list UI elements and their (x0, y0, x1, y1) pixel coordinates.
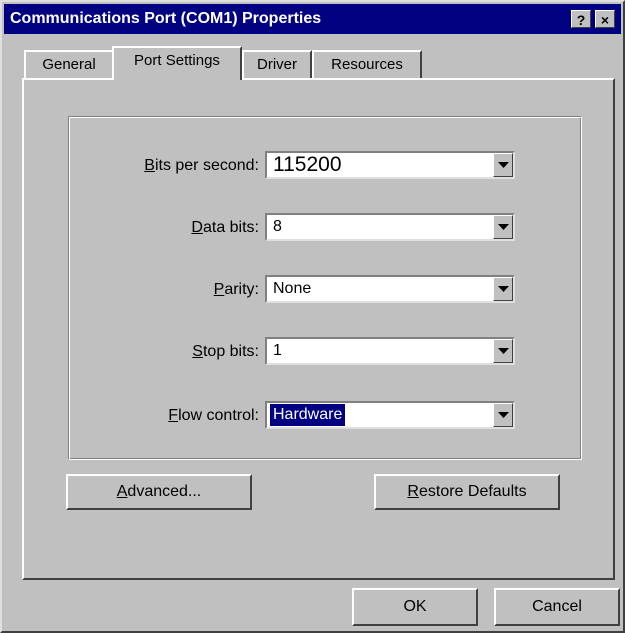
parity-value: None (273, 280, 312, 297)
tab-label: Driver (257, 56, 297, 73)
dropdown-button[interactable] (493, 215, 513, 239)
parity-label-wrap: Parity: (69, 281, 259, 305)
dropdown-button[interactable] (493, 153, 513, 177)
port-settings-group: Bits per second: 115200 Data bits: 8 Par… (68, 116, 582, 460)
cancel-button[interactable]: Cancel (494, 588, 620, 626)
ok-button[interactable]: OK (352, 588, 478, 626)
tab-resources[interactable]: Resources (312, 50, 422, 80)
dropdown-button[interactable] (493, 403, 513, 427)
tab-label: Port Settings (134, 52, 220, 69)
parity-select[interactable]: None (265, 275, 515, 303)
chevron-down-icon (498, 348, 509, 354)
title-bar[interactable]: Communications Port (COM1) Properties ? … (4, 4, 621, 34)
stop-bits-select[interactable]: 1 (265, 337, 515, 365)
help-button[interactable]: ? (571, 10, 591, 28)
parity-label: Parity: (213, 281, 259, 298)
stop-bits-value: 1 (273, 342, 282, 359)
data-bits-value: 8 (273, 218, 282, 235)
chevron-down-icon (498, 412, 509, 418)
chevron-down-icon (498, 224, 509, 230)
dropdown-button[interactable] (493, 339, 513, 363)
bits-per-second-value: 115200 (273, 153, 342, 176)
bits-per-second-label: Bits per second: (144, 157, 259, 174)
flow-control-value: Hardware (268, 403, 347, 427)
data-bits-select[interactable]: 8 (265, 213, 515, 241)
data-bits-label-wrap: Data bits: (69, 219, 259, 243)
advanced-button[interactable]: Advanced... (66, 474, 252, 510)
flow-control-label-wrap: Flow control: (69, 407, 259, 431)
properties-dialog: Communications Port (COM1) Properties ? … (0, 0, 625, 633)
tab-port-settings[interactable]: Port Settings (112, 46, 242, 80)
dropdown-button[interactable] (493, 277, 513, 301)
restore-defaults-button[interactable]: Restore Defaults (374, 474, 560, 510)
tab-label: General (42, 56, 96, 73)
bits-per-second-label-wrap: Bits per second: (69, 157, 259, 181)
flow-control-label: Flow control: (168, 407, 259, 424)
flow-control-select[interactable]: Hardware (265, 401, 515, 429)
close-button[interactable]: × (595, 10, 615, 28)
tab-driver[interactable]: Driver (242, 50, 312, 80)
window-title: Communications Port (COM1) Properties (10, 10, 322, 27)
port-settings-panel: Bits per second: 115200 Data bits: 8 Par… (22, 78, 615, 580)
chevron-down-icon (498, 162, 509, 168)
chevron-down-icon (498, 286, 509, 292)
stop-bits-label-wrap: Stop bits: (69, 343, 259, 367)
tab-label: Resources (331, 56, 403, 73)
tab-general[interactable]: General (24, 50, 114, 80)
stop-bits-label: Stop bits: (192, 343, 259, 360)
data-bits-label: Data bits: (191, 219, 259, 236)
bits-per-second-select[interactable]: 115200 (265, 151, 515, 179)
